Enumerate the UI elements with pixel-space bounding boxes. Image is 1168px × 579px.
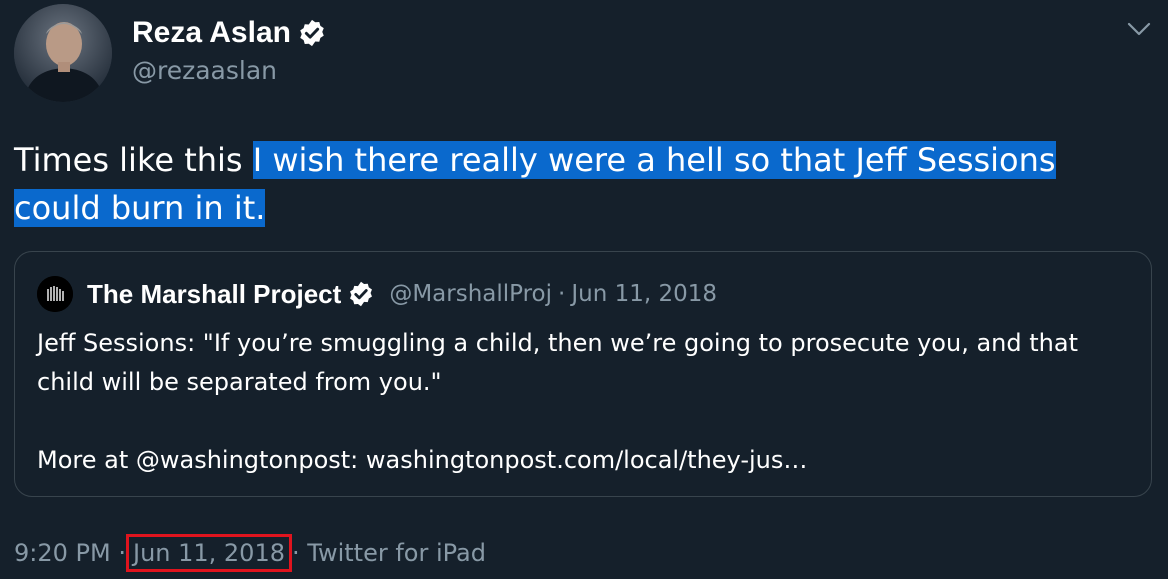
tweet-source[interactable]: Twitter for iPad (307, 539, 486, 567)
quoted-tweet-body: Jeff Sessions: "If you’re smuggling a ch… (37, 324, 1127, 480)
marshall-project-logo-icon (37, 276, 73, 312)
quoted-author-handle[interactable]: @MarshallProj (389, 281, 552, 307)
author-handle[interactable]: @rezaaslan (132, 54, 277, 88)
tweet-text-plain: Times like this (14, 141, 253, 179)
author-avatar[interactable] (14, 4, 112, 102)
tweet-text: Times like this I wish there really were… (14, 136, 1134, 232)
quoted-author-avatar[interactable] (37, 276, 73, 312)
tweet-card: Reza Aslan @rezaaslan Times like this I … (0, 0, 1168, 579)
quoted-author-name[interactable]: The Marshall Project (87, 279, 341, 310)
footer-separator: · (292, 539, 300, 567)
author-display-name[interactable]: Reza Aslan (132, 14, 327, 52)
quoted-tweet-text: Jeff Sessions: "If you’re smuggling a ch… (37, 329, 1078, 396)
author-name-text[interactable]: Reza Aslan (132, 14, 291, 52)
quoted-separator: · (558, 281, 566, 307)
verified-badge-icon (350, 281, 373, 307)
quoted-tweet-date[interactable]: Jun 11, 2018 (571, 281, 717, 307)
tweet-date[interactable]: Jun 11, 2018 (125, 534, 292, 572)
footer-separator: · (118, 539, 126, 567)
tweet-metadata: 9:20 PM · Jun 11, 2018 · Twitter for iPad (14, 534, 486, 572)
tweet-time[interactable]: 9:20 PM (14, 539, 111, 567)
profile-photo (14, 4, 112, 102)
quoted-tweet-header: The Marshall Project @MarshallProj · Jun… (37, 276, 717, 312)
quoted-tweet[interactable]: The Marshall Project @MarshallProj · Jun… (14, 251, 1152, 497)
quoted-tweet-link-text[interactable]: More at @washingtonpost: washingtonpost.… (37, 441, 1127, 480)
verified-badge-icon (300, 19, 324, 47)
chevron-down-icon[interactable] (1124, 14, 1154, 44)
